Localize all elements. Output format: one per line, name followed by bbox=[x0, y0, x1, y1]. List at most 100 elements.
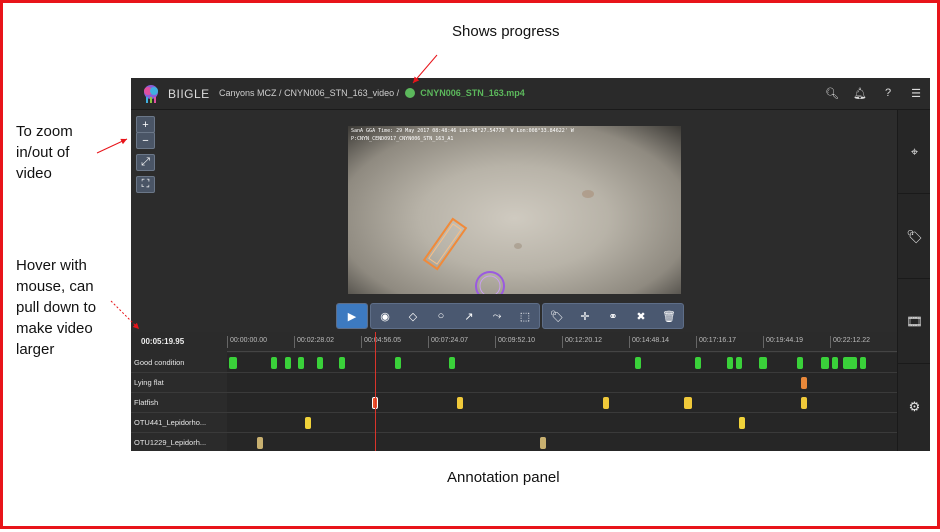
rectangle-annotation[interactable] bbox=[422, 217, 468, 271]
callout-progress: Shows progress bbox=[452, 23, 560, 40]
annotation-clip[interactable] bbox=[298, 357, 304, 369]
annotation-clip[interactable] bbox=[603, 397, 609, 409]
film-icon[interactable]: 🎞︎ bbox=[898, 280, 930, 364]
tick-label: 00:12:20.12 bbox=[562, 336, 602, 348]
tick-label: 00:00:00.00 bbox=[227, 336, 267, 348]
tags-icon[interactable]: 🏷︎ bbox=[898, 195, 930, 279]
move-icon[interactable]: ✛ bbox=[571, 304, 599, 328]
progress-indicator bbox=[404, 88, 415, 98]
search-icon[interactable]: 🔍︎ bbox=[825, 86, 839, 100]
seafloor-spot bbox=[582, 190, 594, 198]
polygon-icon[interactable]: ⤳ bbox=[483, 304, 511, 328]
right-sidebar: ⌖ 🏷︎ 🎞︎ ⚙ bbox=[897, 110, 930, 451]
annotation-clip[interactable] bbox=[285, 357, 291, 369]
zoom-in-button[interactable]: + bbox=[136, 116, 155, 133]
video-frame[interactable]: SanA GGA Time: 29 May 2017 08:48:46 Lat:… bbox=[348, 126, 681, 294]
link-icon[interactable]: ⚭ bbox=[599, 304, 627, 328]
track-flatfish bbox=[227, 393, 897, 413]
tick-label: 00:17:16.17 bbox=[696, 336, 736, 348]
track-label-otu1229[interactable]: OTU1229_Lepidorh... bbox=[131, 433, 227, 451]
zoom-out-button[interactable]: − bbox=[136, 132, 155, 149]
annotation-clip[interactable] bbox=[540, 437, 546, 449]
annotation-clip[interactable] bbox=[339, 357, 345, 369]
annotation-clip[interactable] bbox=[759, 357, 767, 369]
annotation-clip[interactable] bbox=[684, 397, 692, 409]
help-icon[interactable]: ? bbox=[882, 86, 894, 100]
track-lying-flat bbox=[227, 373, 897, 393]
annotation-clip[interactable] bbox=[257, 437, 263, 449]
menu-icon[interactable]: ☰ bbox=[910, 86, 922, 100]
tick-label: 00:04:56.05 bbox=[361, 336, 401, 348]
track-label-good-condition[interactable]: Good condition bbox=[131, 353, 227, 373]
tick-label: 00:02:28.02 bbox=[294, 336, 334, 348]
breadcrumb-separator: / bbox=[279, 88, 282, 98]
slide-frame: Shows progress To zoom in/out of video H… bbox=[0, 0, 940, 529]
tick-label: 00:07:24.07 bbox=[428, 336, 468, 348]
bell-icon[interactable]: 🔔︎ bbox=[853, 86, 867, 100]
playback-group: ▶ bbox=[336, 303, 368, 329]
annotation-clip[interactable] bbox=[832, 357, 838, 369]
annotation-toolbar: ▶ ◉ ◇ ○ ↗ ⤳ ⬚ 🏷︎ ✛ ⚭ ✖ 🗑︎ bbox=[336, 303, 684, 329]
biigle-video-app: BIIGLE Canyons MCZ / CNYN006_STN_163_vid… bbox=[131, 78, 930, 451]
annotation-clip[interactable] bbox=[305, 417, 311, 429]
annotation-clip[interactable] bbox=[727, 357, 733, 369]
circle-icon[interactable]: ○ bbox=[427, 304, 455, 328]
breadcrumb-file: CNYN006_STN_163.mp4 bbox=[420, 88, 525, 98]
selection-icon[interactable]: ⬚ bbox=[511, 304, 539, 328]
tick-label: 00:09:52.10 bbox=[495, 336, 535, 348]
track-label-flatfish[interactable]: Flatfish bbox=[131, 393, 227, 413]
navbar-icons: 🔍︎ 🔔︎ ? ☰ bbox=[825, 86, 922, 100]
annotation-clip[interactable] bbox=[801, 397, 807, 409]
breadcrumb: Canyons MCZ / CNYN006_STN_163_video / CN… bbox=[219, 88, 525, 98]
annotation-clip[interactable] bbox=[736, 357, 742, 369]
fullscreen-icon[interactable]: ⛶ bbox=[136, 176, 155, 193]
annotation-clip[interactable] bbox=[317, 357, 323, 369]
callout-annotation-panel: Annotation panel bbox=[447, 469, 560, 486]
tag-icon[interactable]: 🏷︎ bbox=[543, 304, 571, 328]
navbar: BIIGLE Canyons MCZ / CNYN006_STN_163_vid… bbox=[131, 78, 930, 110]
breadcrumb-separator: / bbox=[396, 88, 400, 98]
annotation-clip[interactable] bbox=[739, 417, 745, 429]
annotation-timeline[interactable]: 00:05:19.95 00:00:00.00 00:02:28.02 00:0… bbox=[131, 332, 897, 451]
tracks bbox=[227, 353, 897, 451]
annotation-clip[interactable] bbox=[229, 357, 237, 369]
annotation-clip[interactable] bbox=[457, 397, 463, 409]
annotation-clip[interactable] bbox=[271, 357, 277, 369]
annotation-clip[interactable] bbox=[821, 357, 829, 369]
settings-icon[interactable]: ⚙ bbox=[898, 365, 930, 449]
brand-name[interactable]: BIIGLE bbox=[168, 87, 210, 101]
annotation-clip[interactable] bbox=[860, 357, 866, 369]
annotation-clip[interactable] bbox=[801, 377, 807, 389]
breadcrumb-project[interactable]: Canyons MCZ bbox=[219, 88, 277, 98]
annotation-clip[interactable] bbox=[449, 357, 455, 369]
play-icon[interactable]: ▶ bbox=[337, 304, 367, 328]
annotation-clip[interactable] bbox=[695, 357, 701, 369]
linestring-icon[interactable]: ↗ bbox=[455, 304, 483, 328]
annotation-clip[interactable] bbox=[797, 357, 803, 369]
zoom-to-fit-icon[interactable]: ⤢ bbox=[136, 154, 155, 171]
tick-label: 00:22:12.22 bbox=[830, 336, 870, 348]
biigle-logo-icon bbox=[144, 85, 158, 103]
breadcrumb-volume[interactable]: CNYN006_STN_163_video bbox=[284, 88, 394, 98]
annotation-clip[interactable] bbox=[635, 357, 641, 369]
track-label-otu441[interactable]: OTU441_Lepidorho... bbox=[131, 413, 227, 433]
point-icon[interactable]: ◉ bbox=[371, 304, 399, 328]
track-good-condition bbox=[227, 353, 897, 373]
track-labels: Good condition Lying flat Flatfish OTU44… bbox=[131, 353, 227, 451]
rectangle-icon[interactable]: ◇ bbox=[399, 304, 427, 328]
video-stage[interactable]: + − ⤢ ⛶ SanA GGA Time: 29 May 2017 08:48… bbox=[131, 110, 897, 332]
annotation-clip[interactable] bbox=[843, 357, 857, 369]
seafloor-spot bbox=[514, 243, 522, 249]
unlink-icon[interactable]: ✖ bbox=[627, 304, 655, 328]
map-marker-icon[interactable]: ⌖ bbox=[898, 110, 930, 194]
draw-tools-group: ◉ ◇ ○ ↗ ⤳ ⬚ bbox=[370, 303, 540, 329]
callout-hover: Hover with mouse, can pull down to make … bbox=[16, 257, 97, 358]
time-ticks: 00:00:00.00 00:02:28.02 00:04:56.05 00:0… bbox=[227, 332, 897, 352]
current-time: 00:05:19.95 bbox=[141, 337, 185, 346]
track-otu441 bbox=[227, 413, 897, 433]
delete-icon[interactable]: 🗑︎ bbox=[655, 304, 683, 328]
track-label-lying-flat[interactable]: Lying flat bbox=[131, 373, 227, 393]
playhead[interactable] bbox=[375, 332, 376, 451]
annotation-clip[interactable] bbox=[395, 357, 401, 369]
tick-label: 00:19:44.19 bbox=[763, 336, 803, 348]
